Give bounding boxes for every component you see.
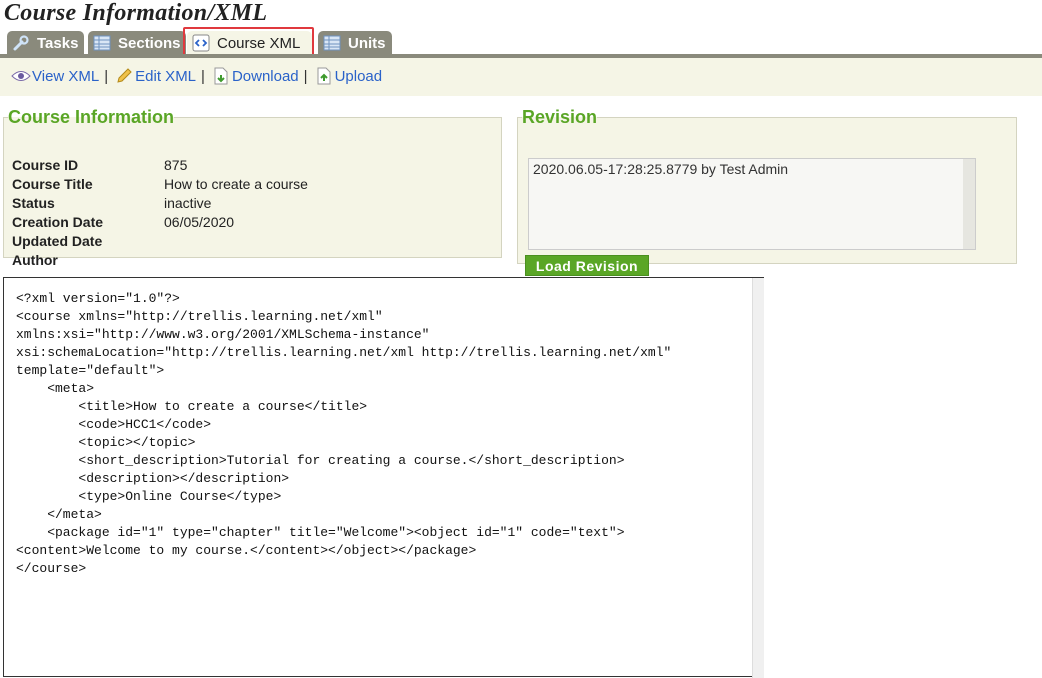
tab-label: Sections xyxy=(118,34,181,52)
revision-list[interactable]: 2020.06.05-17:28:25.8779 by Test Admin xyxy=(528,158,976,250)
action-bar: View XML | Edit XML | Download | Upload xyxy=(0,58,1042,96)
separator: | xyxy=(201,67,205,85)
info-label: Creation Date xyxy=(12,214,104,230)
tab-label: Units xyxy=(348,34,386,52)
edit-xml-label: Edit XML xyxy=(135,67,197,85)
info-label: Course Title xyxy=(12,176,93,192)
tab-label: Tasks xyxy=(37,34,79,52)
course-id-value: 875 xyxy=(164,157,188,173)
xml-editor[interactable]: <?xml version="1.0"?> <course xmlns="htt… xyxy=(3,277,764,678)
pencil-icon xyxy=(113,66,135,86)
table-icon xyxy=(92,34,112,52)
course-information-heading: Course Information xyxy=(8,107,175,127)
revision-option[interactable]: 2020.06.05-17:28:25.8779 by Test Admin xyxy=(533,161,788,177)
download-label: Download xyxy=(231,67,299,85)
load-revision-button[interactable]: Load Revision xyxy=(525,255,649,276)
wrench-icon xyxy=(11,34,31,52)
tab-sections[interactable]: Sections xyxy=(88,31,186,55)
info-label: Updated Date xyxy=(12,233,103,249)
view-xml-link[interactable]: View XML xyxy=(10,66,99,86)
table-icon xyxy=(322,34,342,52)
view-xml-label: View XML xyxy=(32,67,100,85)
info-label: Course ID xyxy=(12,157,79,173)
download-link[interactable]: Download xyxy=(210,66,299,86)
course-title-value: How to create a course xyxy=(164,176,308,192)
creation-date-value: 06/05/2020 xyxy=(164,214,235,230)
revision-heading: Revision xyxy=(522,107,598,127)
active-tab-highlight xyxy=(183,27,314,57)
info-label: Author xyxy=(12,252,58,268)
course-information-panel: Course Information Course ID 875 Course … xyxy=(3,107,502,268)
tab-tasks[interactable]: Tasks xyxy=(7,31,84,55)
xml-content[interactable]: <?xml version="1.0"?> <course xmlns="htt… xyxy=(16,290,671,578)
separator: | xyxy=(303,67,308,85)
edit-xml-link[interactable]: Edit XML xyxy=(113,66,196,86)
tab-units[interactable]: Units xyxy=(318,31,392,55)
upload-link[interactable]: Upload xyxy=(313,66,383,86)
download-icon xyxy=(210,66,232,86)
upload-icon xyxy=(313,66,335,86)
separator: | xyxy=(104,67,109,85)
revision-panel: Revision 2020.06.05-17:28:25.8779 by Tes… xyxy=(517,107,1017,276)
status-value: inactive xyxy=(164,195,212,211)
revision-scrollbar[interactable] xyxy=(963,159,975,249)
page-title: Course Information/XML xyxy=(4,0,268,26)
info-label: Status xyxy=(12,195,55,211)
eye-icon xyxy=(10,66,32,86)
xml-scrollbar[interactable] xyxy=(752,278,764,678)
upload-label: Upload xyxy=(334,67,383,85)
